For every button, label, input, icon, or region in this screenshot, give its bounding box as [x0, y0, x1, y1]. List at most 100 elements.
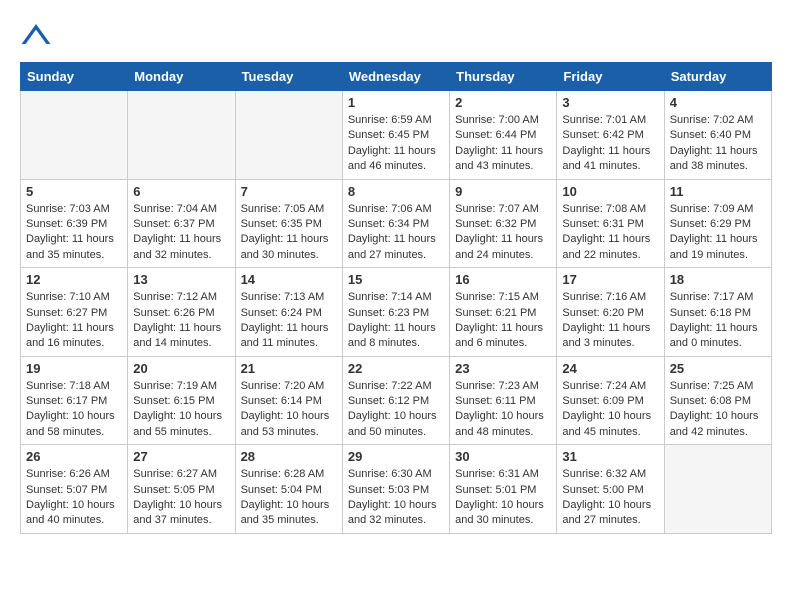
cell-content: Sunrise: 7:20 AMSunset: 6:14 PMDaylight:… — [241, 379, 337, 441]
calendar-cell: 15 Sunrise: 7:14 AMSunset: 6:23 PMDayligh… — [342, 268, 449, 357]
cell-content: Sunrise: 7:10 AMSunset: 6:27 PMDaylight:… — [26, 290, 122, 352]
calendar-cell: 3 Sunrise: 7:01 AMSunset: 6:42 PMDaylight… — [557, 91, 664, 180]
calendar-cell — [664, 445, 771, 534]
day-number: 20 — [133, 361, 229, 376]
day-number: 22 — [348, 361, 444, 376]
cell-content: Sunrise: 7:22 AMSunset: 6:12 PMDaylight:… — [348, 379, 444, 441]
day-number: 1 — [348, 95, 444, 110]
header-cell-friday: Friday — [557, 63, 664, 91]
day-number: 18 — [670, 272, 766, 287]
cell-content: Sunrise: 7:24 AMSunset: 6:09 PMDaylight:… — [562, 379, 658, 441]
day-number: 27 — [133, 449, 229, 464]
calendar-cell: 19 Sunrise: 7:18 AMSunset: 6:17 PMDayligh… — [21, 356, 128, 445]
calendar-cell: 17 Sunrise: 7:16 AMSunset: 6:20 PMDayligh… — [557, 268, 664, 357]
cell-content: Sunrise: 6:27 AMSunset: 5:05 PMDaylight:… — [133, 467, 229, 529]
day-number: 14 — [241, 272, 337, 287]
cell-content: Sunrise: 6:30 AMSunset: 5:03 PMDaylight:… — [348, 467, 444, 529]
cell-content: Sunrise: 7:06 AMSunset: 6:34 PMDaylight:… — [348, 202, 444, 264]
cell-content: Sunrise: 6:59 AMSunset: 6:45 PMDaylight:… — [348, 113, 444, 175]
cell-content: Sunrise: 7:13 AMSunset: 6:24 PMDaylight:… — [241, 290, 337, 352]
cell-content: Sunrise: 7:00 AMSunset: 6:44 PMDaylight:… — [455, 113, 551, 175]
cell-content: Sunrise: 7:07 AMSunset: 6:32 PMDaylight:… — [455, 202, 551, 264]
cell-content: Sunrise: 7:01 AMSunset: 6:42 PMDaylight:… — [562, 113, 658, 175]
calendar-cell: 30 Sunrise: 6:31 AMSunset: 5:01 PMDayligh… — [450, 445, 557, 534]
calendar-cell: 31 Sunrise: 6:32 AMSunset: 5:00 PMDayligh… — [557, 445, 664, 534]
day-number: 10 — [562, 184, 658, 199]
day-number: 31 — [562, 449, 658, 464]
calendar-cell: 11 Sunrise: 7:09 AMSunset: 6:29 PMDayligh… — [664, 179, 771, 268]
calendar-cell: 6 Sunrise: 7:04 AMSunset: 6:37 PMDaylight… — [128, 179, 235, 268]
day-number: 25 — [670, 361, 766, 376]
day-number: 9 — [455, 184, 551, 199]
header-cell-sunday: Sunday — [21, 63, 128, 91]
day-number: 21 — [241, 361, 337, 376]
day-number: 15 — [348, 272, 444, 287]
cell-content: Sunrise: 6:32 AMSunset: 5:00 PMDaylight:… — [562, 467, 658, 529]
calendar-cell: 1 Sunrise: 6:59 AMSunset: 6:45 PMDaylight… — [342, 91, 449, 180]
week-row-3: 19 Sunrise: 7:18 AMSunset: 6:17 PMDayligh… — [21, 356, 772, 445]
header-cell-tuesday: Tuesday — [235, 63, 342, 91]
calendar-cell: 21 Sunrise: 7:20 AMSunset: 6:14 PMDayligh… — [235, 356, 342, 445]
cell-content: Sunrise: 7:05 AMSunset: 6:35 PMDaylight:… — [241, 202, 337, 264]
cell-content: Sunrise: 6:26 AMSunset: 5:07 PMDaylight:… — [26, 467, 122, 529]
calendar-cell: 4 Sunrise: 7:02 AMSunset: 6:40 PMDaylight… — [664, 91, 771, 180]
calendar-cell — [128, 91, 235, 180]
day-number: 29 — [348, 449, 444, 464]
day-number: 16 — [455, 272, 551, 287]
header-row: SundayMondayTuesdayWednesdayThursdayFrid… — [21, 63, 772, 91]
cell-content: Sunrise: 7:04 AMSunset: 6:37 PMDaylight:… — [133, 202, 229, 264]
calendar-table: SundayMondayTuesdayWednesdayThursdayFrid… — [20, 62, 772, 534]
day-number: 28 — [241, 449, 337, 464]
week-row-2: 12 Sunrise: 7:10 AMSunset: 6:27 PMDayligh… — [21, 268, 772, 357]
day-number: 8 — [348, 184, 444, 199]
calendar-cell: 5 Sunrise: 7:03 AMSunset: 6:39 PMDaylight… — [21, 179, 128, 268]
day-number: 6 — [133, 184, 229, 199]
calendar-cell: 20 Sunrise: 7:19 AMSunset: 6:15 PMDayligh… — [128, 356, 235, 445]
calendar-cell: 23Sunrise: 7:23 AMSunset: 6:11 PMDayligh… — [450, 356, 557, 445]
day-number: 3 — [562, 95, 658, 110]
week-row-4: 26Sunrise: 6:26 AMSunset: 5:07 PMDayligh… — [21, 445, 772, 534]
calendar-cell — [235, 91, 342, 180]
header-cell-saturday: Saturday — [664, 63, 771, 91]
day-number: 23 — [455, 361, 551, 376]
week-row-1: 5 Sunrise: 7:03 AMSunset: 6:39 PMDaylight… — [21, 179, 772, 268]
cell-content: Sunrise: 7:25 AMSunset: 6:08 PMDaylight:… — [670, 379, 766, 441]
cell-content: Sunrise: 7:16 AMSunset: 6:20 PMDaylight:… — [562, 290, 658, 352]
calendar-cell — [21, 91, 128, 180]
cell-content: Sunrise: 7:14 AMSunset: 6:23 PMDaylight:… — [348, 290, 444, 352]
calendar-cell: 10 Sunrise: 7:08 AMSunset: 6:31 PMDayligh… — [557, 179, 664, 268]
cell-content: Sunrise: 7:02 AMSunset: 6:40 PMDaylight:… — [670, 113, 766, 175]
cell-content: Sunrise: 7:03 AMSunset: 6:39 PMDaylight:… — [26, 202, 122, 264]
calendar-cell: 8 Sunrise: 7:06 AMSunset: 6:34 PMDaylight… — [342, 179, 449, 268]
header-cell-thursday: Thursday — [450, 63, 557, 91]
day-number: 11 — [670, 184, 766, 199]
page-header — [20, 20, 772, 52]
cell-content: Sunrise: 6:31 AMSunset: 5:01 PMDaylight:… — [455, 467, 551, 529]
day-number: 30 — [455, 449, 551, 464]
cell-content: Sunrise: 6:28 AMSunset: 5:04 PMDaylight:… — [241, 467, 337, 529]
cell-content: Sunrise: 7:18 AMSunset: 6:17 PMDaylight:… — [26, 379, 122, 441]
logo-icon — [20, 20, 52, 52]
day-number: 4 — [670, 95, 766, 110]
logo — [20, 20, 56, 52]
calendar-cell: 16 Sunrise: 7:15 AMSunset: 6:21 PMDayligh… — [450, 268, 557, 357]
day-number: 19 — [26, 361, 122, 376]
day-number: 17 — [562, 272, 658, 287]
calendar-cell: 26Sunrise: 6:26 AMSunset: 5:07 PMDayligh… — [21, 445, 128, 534]
day-number: 2 — [455, 95, 551, 110]
calendar-cell: 24Sunrise: 7:24 AMSunset: 6:09 PMDayligh… — [557, 356, 664, 445]
calendar-cell: 27 Sunrise: 6:27 AMSunset: 5:05 PMDayligh… — [128, 445, 235, 534]
day-number: 5 — [26, 184, 122, 199]
cell-content: Sunrise: 7:19 AMSunset: 6:15 PMDaylight:… — [133, 379, 229, 441]
cell-content: Sunrise: 7:15 AMSunset: 6:21 PMDaylight:… — [455, 290, 551, 352]
week-row-0: 1 Sunrise: 6:59 AMSunset: 6:45 PMDaylight… — [21, 91, 772, 180]
calendar-cell: 29 Sunrise: 6:30 AMSunset: 5:03 PMDayligh… — [342, 445, 449, 534]
cell-content: Sunrise: 7:08 AMSunset: 6:31 PMDaylight:… — [562, 202, 658, 264]
calendar-cell: 13 Sunrise: 7:12 AMSunset: 6:26 PMDayligh… — [128, 268, 235, 357]
day-number: 12 — [26, 272, 122, 287]
cell-content: Sunrise: 7:09 AMSunset: 6:29 PMDaylight:… — [670, 202, 766, 264]
cell-content: Sunrise: 7:12 AMSunset: 6:26 PMDaylight:… — [133, 290, 229, 352]
header-cell-monday: Monday — [128, 63, 235, 91]
calendar-cell: 25 Sunrise: 7:25 AMSunset: 6:08 PMDayligh… — [664, 356, 771, 445]
day-number: 13 — [133, 272, 229, 287]
